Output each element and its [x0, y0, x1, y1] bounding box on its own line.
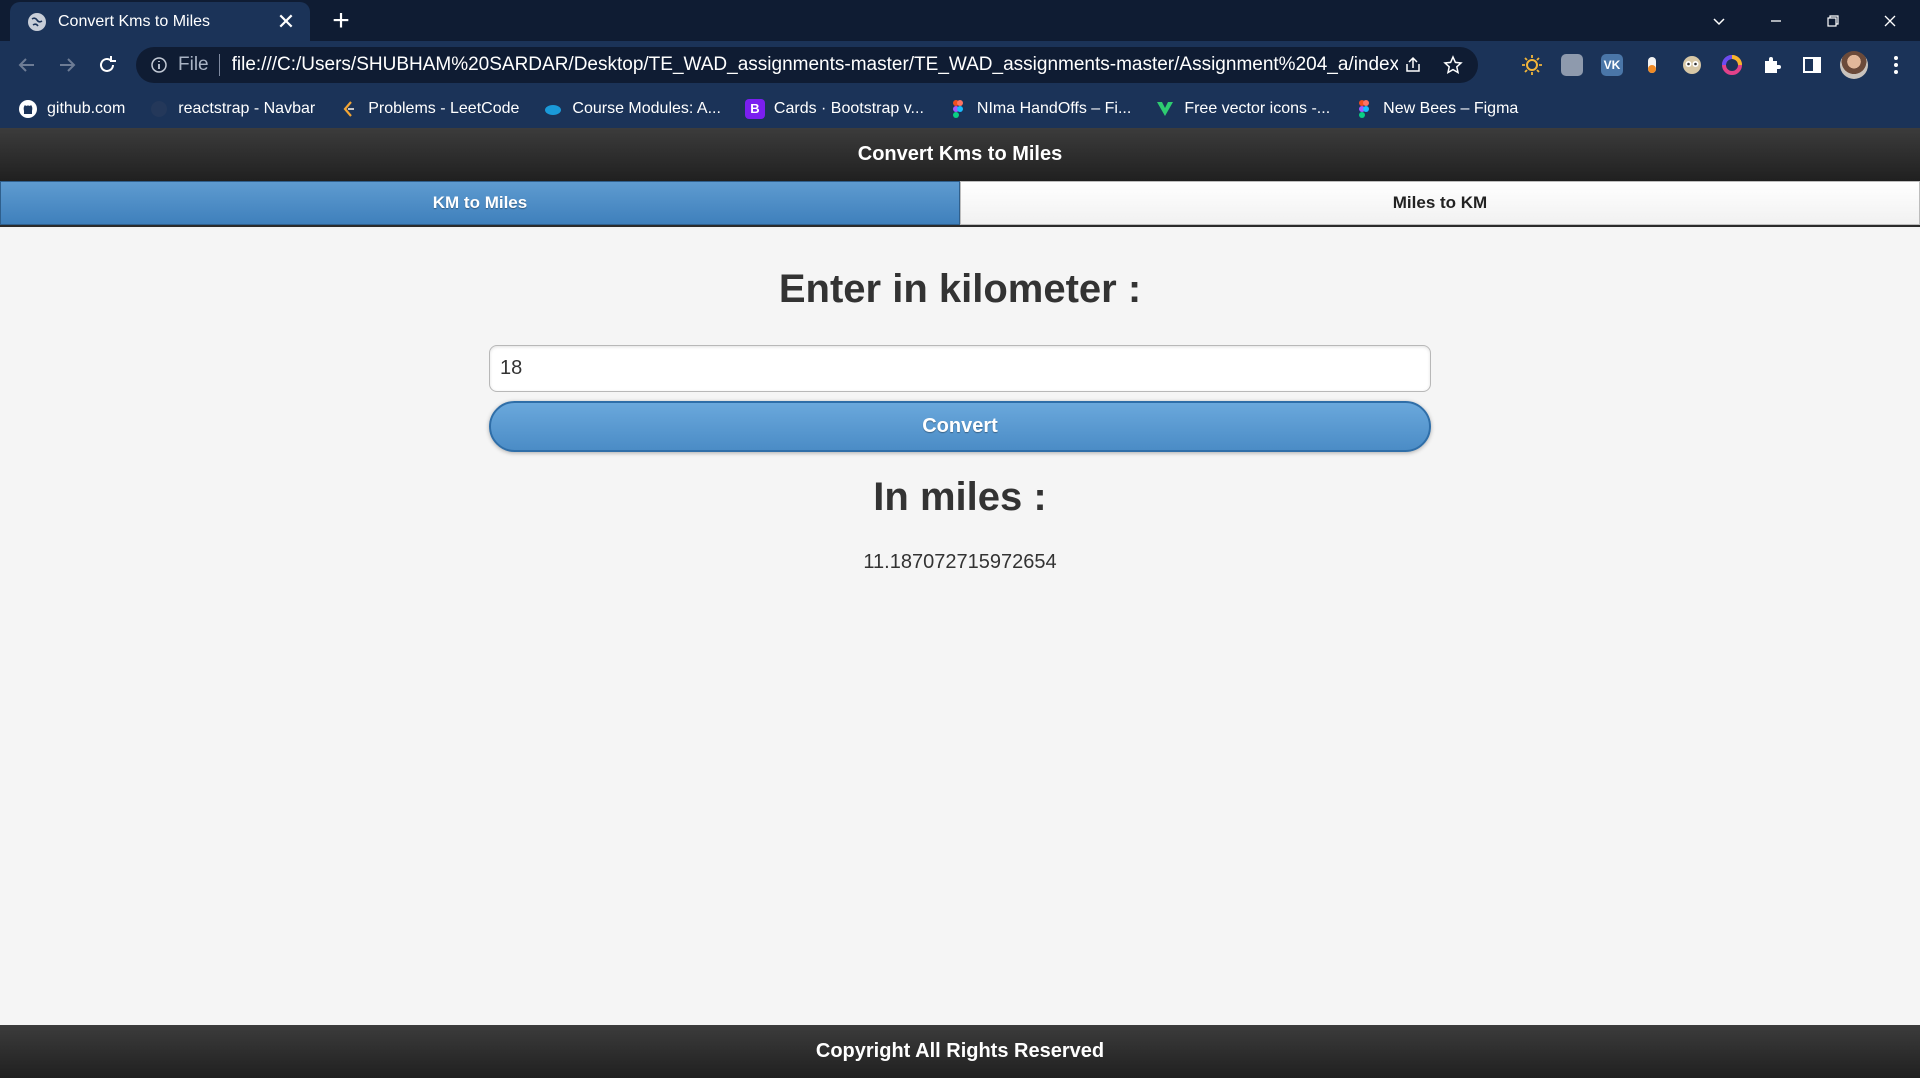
- close-window-icon[interactable]: [1862, 0, 1918, 41]
- browser-tabstrip: Convert Kms to Miles ✕ +: [0, 0, 1920, 41]
- bookmark-github[interactable]: github.com: [18, 99, 125, 119]
- restore-icon[interactable]: [1805, 0, 1861, 41]
- bookmark-label: reactstrap - Navbar: [178, 99, 316, 117]
- kilometer-heading: Enter in kilometer :: [778, 267, 1142, 311]
- figma-icon: [948, 99, 968, 119]
- back-arrow-icon[interactable]: [15, 53, 39, 77]
- miles-result: 11.187072715972654: [863, 551, 1057, 573]
- bookmark-star-icon[interactable]: [1438, 50, 1468, 80]
- color-ring-extension-icon[interactable]: [1721, 54, 1743, 76]
- owl-extension-icon[interactable]: [1681, 54, 1703, 76]
- vector-v-icon: [1155, 99, 1175, 119]
- side-panel-icon[interactable]: [1801, 54, 1823, 76]
- minimize-icon[interactable]: [1748, 0, 1804, 41]
- bookmark-leetcode[interactable]: Problems - LeetCode: [339, 99, 519, 119]
- url-text[interactable]: file:///C:/Users/SHUBHAM%20SARDAR/Deskto…: [232, 54, 1398, 76]
- globe-icon: [28, 12, 46, 31]
- close-tab-icon[interactable]: ✕: [274, 10, 298, 33]
- bookmark-free-vector-icons[interactable]: Free vector icons -...: [1155, 99, 1330, 119]
- share-icon[interactable]: [1398, 50, 1428, 80]
- tab-search-chevron-icon[interactable]: [1691, 0, 1747, 41]
- converter-content: Enter in kilometer : Convert In miles : …: [0, 229, 1920, 1025]
- bootstrap-icon: B: [744, 98, 765, 119]
- browser-tab-active[interactable]: Convert Kms to Miles ✕: [10, 2, 310, 41]
- bookmark-nima-handoffs[interactable]: NIma HandOffs – Fi...: [948, 99, 1131, 119]
- file-label: File: [178, 54, 209, 75]
- cloud-icon: [543, 99, 563, 119]
- bookmark-label: github.com: [47, 99, 126, 117]
- bookmark-label: Cards · Bootstrap v...: [773, 99, 924, 117]
- tab-km-to-miles[interactable]: KM to Miles: [0, 181, 960, 225]
- bookmark-label: Free vector icons -...: [1184, 99, 1331, 117]
- reactstrap-icon: [149, 99, 169, 119]
- bookmark-label: NIma HandOffs – Fi...: [976, 99, 1132, 117]
- bookmarks-bar: github.com reactstrap - Navbar Problems …: [0, 89, 1920, 128]
- miles-heading: In miles :: [873, 475, 1047, 519]
- folders-extension-icon[interactable]: [1561, 54, 1583, 76]
- vk-extension-icon[interactable]: VK: [1601, 54, 1623, 76]
- bookmark-reactstrap[interactable]: reactstrap - Navbar: [149, 99, 315, 119]
- convert-button[interactable]: Convert: [489, 401, 1431, 452]
- reload-icon[interactable]: [95, 53, 119, 77]
- page-header: Convert Kms to Miles: [0, 128, 1920, 181]
- bookmark-label: Course Modules: A...: [572, 99, 721, 117]
- capsule-extension-icon[interactable]: [1641, 54, 1663, 76]
- sun-extension-icon[interactable]: [1521, 54, 1543, 76]
- tab-miles-to-km[interactable]: Miles to KM: [960, 181, 1920, 225]
- new-tab-button[interactable]: +: [326, 6, 356, 36]
- page-footer: Copyright All Rights Reserved: [0, 1025, 1920, 1078]
- browser-toolbar: File file:///C:/Users/SHUBHAM%20SARDAR/D…: [0, 41, 1920, 89]
- address-separator: [218, 54, 220, 76]
- bookmark-label: New Bees – Figma: [1383, 99, 1519, 117]
- kilometer-input[interactable]: [489, 345, 1431, 392]
- forward-arrow-icon[interactable]: [55, 53, 79, 77]
- github-icon: [18, 99, 38, 119]
- tab-title: Convert Kms to Miles: [58, 12, 211, 30]
- converter-tabs: KM to Miles Miles to KM: [0, 181, 1920, 227]
- kebab-menu-icon[interactable]: [1884, 53, 1908, 77]
- info-icon[interactable]: [150, 56, 168, 74]
- bookmark-new-bees-figma[interactable]: New Bees – Figma: [1354, 99, 1518, 119]
- profile-avatar[interactable]: [1840, 51, 1868, 79]
- bookmark-bootstrap-cards[interactable]: B Cards · Bootstrap v...: [744, 98, 924, 119]
- bookmark-label: Problems - LeetCode: [368, 99, 520, 117]
- figma-icon: [1354, 99, 1374, 119]
- address-bar[interactable]: File file:///C:/Users/SHUBHAM%20SARDAR/D…: [136, 47, 1478, 83]
- puzzle-extensions-icon[interactable]: [1761, 54, 1783, 76]
- leetcode-icon: [339, 99, 359, 119]
- bookmark-course-modules[interactable]: Course Modules: A...: [543, 99, 721, 119]
